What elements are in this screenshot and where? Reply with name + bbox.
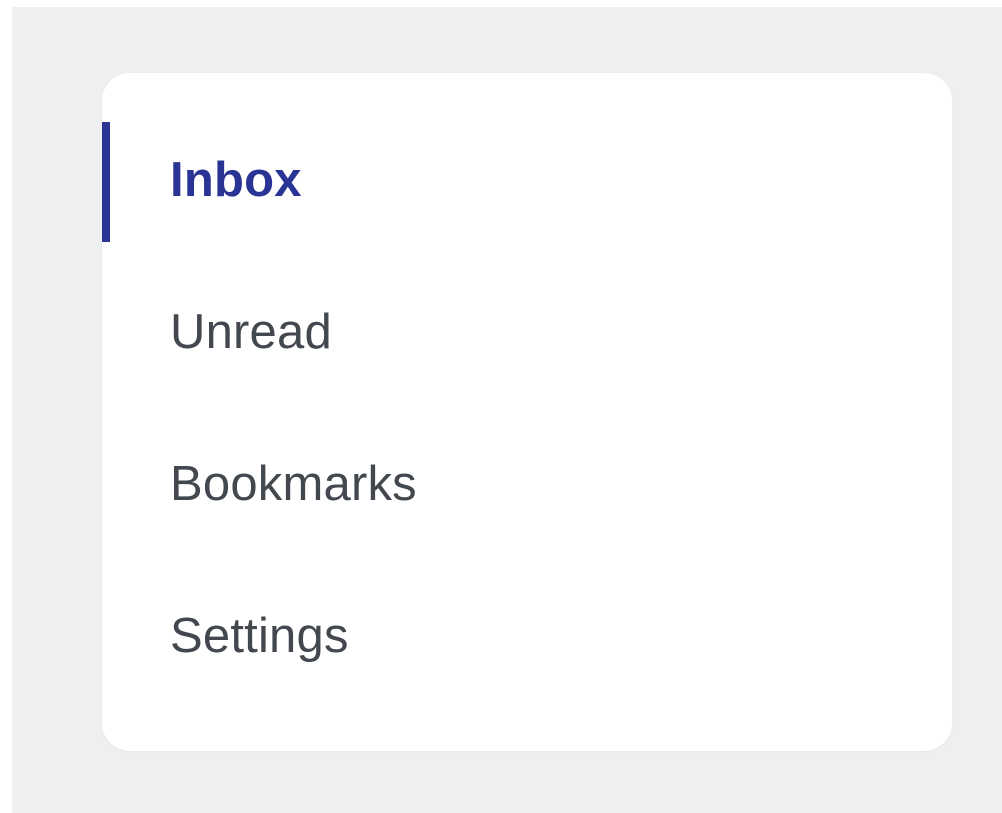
nav-item-label: Bookmarks xyxy=(170,457,417,511)
inactive-indicator xyxy=(102,426,110,546)
active-indicator xyxy=(102,122,110,242)
inactive-indicator xyxy=(102,578,110,698)
nav-item-label: Inbox xyxy=(170,153,302,207)
nav-item-label: Unread xyxy=(170,305,332,359)
nav-list: Inbox Unread Bookmarks Settings xyxy=(102,122,952,730)
nav-item-unread[interactable]: Unread xyxy=(102,274,952,426)
nav-item-label: Settings xyxy=(170,609,349,663)
inactive-indicator xyxy=(102,274,110,394)
nav-item-inbox[interactable]: Inbox xyxy=(102,122,952,274)
navigation-card: Inbox Unread Bookmarks Settings xyxy=(102,73,952,751)
nav-item-settings[interactable]: Settings xyxy=(102,578,952,730)
app-background: Inbox Unread Bookmarks Settings xyxy=(12,7,1002,813)
nav-item-bookmarks[interactable]: Bookmarks xyxy=(102,426,952,578)
